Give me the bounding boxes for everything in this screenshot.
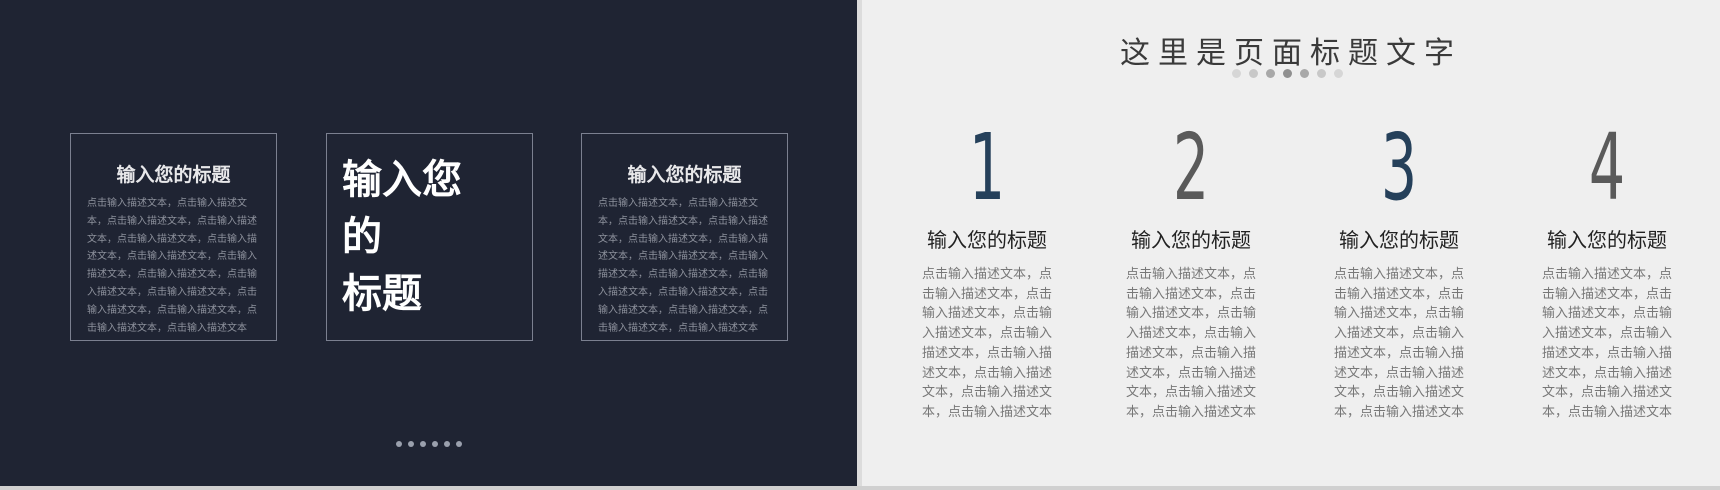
decoration-dot bbox=[1249, 69, 1258, 78]
card-left-title: 输入您的标题 bbox=[116, 164, 231, 186]
step-title: 输入您的标题 bbox=[1131, 228, 1251, 252]
step-number: 3 bbox=[1380, 114, 1418, 221]
step-body: 点击输入描述文本，点击输入描述文本，点击输入描述文本，点击输入描述文本，点击输入… bbox=[1334, 267, 1465, 420]
step-column-1: 1 输入您的标题 点击输入描述文本，点击输入描述文本，点击输入描述文本，点击输入… bbox=[917, 120, 1057, 423]
pagination-dot bbox=[420, 441, 426, 447]
step-body: 点击输入描述文本，点击输入描述文本，点击输入描述文本，点击输入描述文本，点击输入… bbox=[922, 267, 1053, 420]
step-body: 点击输入描述文本，点击输入描述文本，点击输入描述文本，点击输入描述文本，点击输入… bbox=[1126, 267, 1257, 420]
card-middle: 输入您 的 标题 bbox=[326, 133, 533, 341]
decoration-dot bbox=[1283, 69, 1292, 78]
card-left-body: 点击输入描述文本，点击输入描述文本，点击输入描述文本，点击输入描述文本，点击输入… bbox=[87, 198, 257, 334]
decoration-dot bbox=[1334, 69, 1343, 78]
pagination-dot bbox=[444, 441, 450, 447]
step-column-2: 2 输入您的标题 点击输入描述文本，点击输入描述文本，点击输入描述文本，点击输入… bbox=[1121, 120, 1261, 423]
step-number: 4 bbox=[1588, 114, 1626, 221]
left-slide: 输入您的标题 点击输入描述文本，点击输入描述文本，点击输入描述文本，点击输入描述… bbox=[0, 0, 857, 486]
step-title: 输入您的标题 bbox=[1547, 228, 1667, 252]
decoration-dot bbox=[1266, 69, 1275, 78]
step-column-3: 3 输入您的标题 点击输入描述文本，点击输入描述文本，点击输入描述文本，点击输入… bbox=[1329, 120, 1469, 423]
pagination-dot bbox=[456, 441, 462, 447]
step-number: 2 bbox=[1172, 114, 1210, 221]
pagination-dot bbox=[432, 441, 438, 447]
card-right-body: 点击输入描述文本，点击输入描述文本，点击输入描述文本，点击输入描述文本，点击输入… bbox=[598, 198, 768, 334]
card-right: 输入您的标题 点击输入描述文本，点击输入描述文本，点击输入描述文本，点击输入描述… bbox=[581, 133, 788, 341]
decoration-dot bbox=[1232, 69, 1241, 78]
pagination-dot bbox=[396, 441, 402, 447]
card-middle-title: 输入您 的 标题 bbox=[342, 157, 462, 317]
slide-pagination-dots bbox=[396, 441, 462, 447]
right-slide: 这里是页面标题文字 1 输入您的标题 点击输入描述文本，点击输入描述文本，点击输… bbox=[862, 0, 1720, 486]
decoration-dot bbox=[1317, 69, 1326, 78]
step-number: 1 bbox=[968, 114, 1006, 221]
bottom-strip bbox=[0, 486, 1720, 490]
card-right-title: 输入您的标题 bbox=[627, 164, 742, 186]
page-title: 这里是页面标题文字 bbox=[1120, 36, 1462, 71]
step-title: 输入您的标题 bbox=[1339, 228, 1459, 252]
step-column-4: 4 输入您的标题 点击输入描述文本，点击输入描述文本，点击输入描述文本，点击输入… bbox=[1537, 120, 1677, 423]
decoration-dot bbox=[1300, 69, 1309, 78]
pagination-dot bbox=[408, 441, 414, 447]
step-title: 输入您的标题 bbox=[927, 228, 1047, 252]
card-left: 输入您的标题 点击输入描述文本，点击输入描述文本，点击输入描述文本，点击输入描述… bbox=[70, 133, 277, 341]
title-decoration-dots bbox=[1232, 69, 1343, 78]
step-body: 点击输入描述文本，点击输入描述文本，点击输入描述文本，点击输入描述文本，点击输入… bbox=[1542, 267, 1673, 420]
